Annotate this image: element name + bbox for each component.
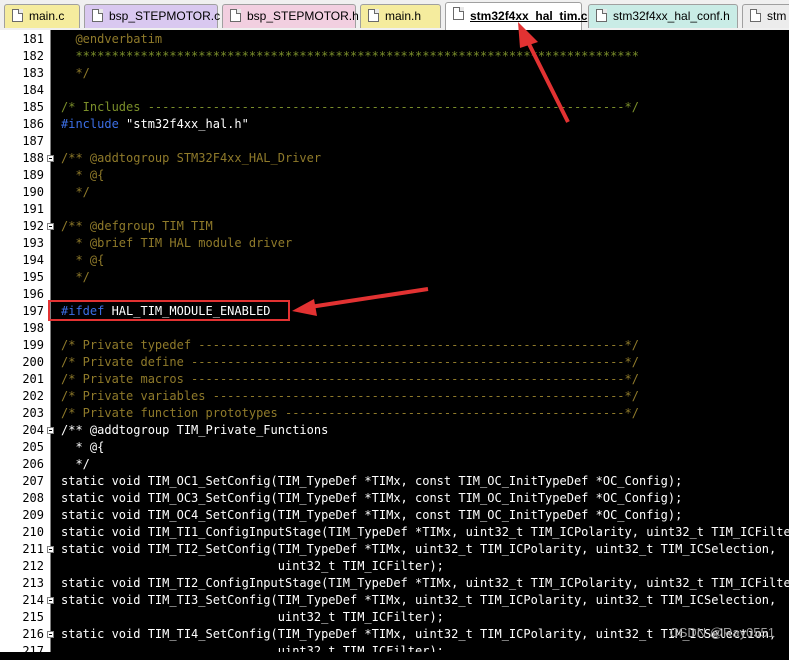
line-number: 187 (22, 134, 44, 148)
code-line: */ (61, 270, 90, 284)
code-line: /** @defgroup TIM TIM (61, 219, 213, 233)
line-number: 196 (22, 287, 44, 301)
line-number: 186 (22, 117, 44, 131)
fold-toggle-icon[interactable] (47, 597, 54, 604)
code-editor[interactable]: @endverbatim ***************************… (51, 30, 789, 652)
code-line: /* Private typedef ---------------------… (61, 338, 639, 352)
code-line: /* Includes ----------------------------… (61, 100, 639, 114)
code-line: * @{ (61, 168, 105, 182)
file-icon (12, 9, 23, 22)
code-line: /* Private function prototypes ---------… (61, 406, 639, 420)
line-number: 184 (22, 83, 44, 97)
tab-2[interactable]: bsp_STEPMOTOR.h (222, 4, 359, 28)
tab-label: bsp_STEPMOTOR.c (109, 9, 221, 23)
code-line: static void TIM_TI3_SetConfig(TIM_TypeDe… (61, 593, 777, 607)
line-number: 214 (22, 593, 44, 607)
fold-toggle-icon[interactable] (47, 223, 54, 230)
line-number: 212 (22, 559, 44, 573)
code-line: static void TIM_TI2_SetConfig(TIM_TypeDe… (61, 542, 777, 556)
tab-3[interactable]: main.h (360, 4, 441, 28)
line-number: 199 (22, 338, 44, 352)
code-line: * @{ (61, 253, 105, 267)
code-line: static void TIM_TI1_ConfigInputStage(TIM… (61, 525, 789, 539)
code-line: * @{ (61, 440, 105, 454)
code-line: static void TIM_OC1_SetConfig(TIM_TypeDe… (61, 474, 683, 488)
tab-label: stm32f4xx_hal_conf.h (613, 9, 730, 23)
fold-toggle-icon[interactable] (47, 155, 54, 162)
code-line: static void TIM_OC4_SetConfig(TIM_TypeDe… (61, 508, 683, 522)
line-number: 216 (22, 627, 44, 641)
tab-label: stm (767, 9, 787, 23)
code-line: uint32_t TIM_ICFilter); (61, 610, 444, 624)
tab-6[interactable]: stm (742, 4, 789, 28)
code-line: ****************************************… (61, 49, 639, 63)
tab-label: main.c (29, 9, 65, 23)
code-line: */ (61, 457, 90, 471)
code-line: uint32_t TIM_ICFilter); (61, 559, 444, 573)
code-line: static void TIM_OC3_SetConfig(TIM_TypeDe… (61, 491, 683, 505)
line-number: 203 (22, 406, 44, 420)
line-number: 195 (22, 270, 44, 284)
line-number: 182 (22, 49, 44, 63)
line-number-gutter: 181 182 183 184 185 186 187 188 189 190 191 192 193 1… (0, 30, 50, 658)
line-number: 194 (22, 253, 44, 267)
code-line: */ (61, 185, 90, 199)
line-number: 206 (22, 457, 44, 471)
line-number: 192 (22, 219, 44, 233)
line-number: 183 (22, 66, 44, 80)
code-line: #include "stm32f4xx_hal.h" (61, 117, 249, 131)
tab-5[interactable]: stm32f4xx_hal_conf.h (588, 4, 738, 28)
file-icon (750, 9, 761, 22)
line-number: 215 (22, 610, 44, 624)
line-number: 201 (22, 372, 44, 386)
fold-toggle-icon[interactable] (47, 427, 54, 434)
file-icon (596, 9, 607, 22)
fold-toggle-icon[interactable] (47, 631, 54, 638)
watermark: CSDN @Ray0551 (669, 625, 775, 640)
file-icon (92, 9, 103, 22)
line-number: 181 (22, 32, 44, 46)
line-number: 202 (22, 389, 44, 403)
code-line: /** @addtogroup TIM_Private_Functions (61, 423, 329, 437)
line-number: 193 (22, 236, 44, 250)
tab-1[interactable]: bsp_STEPMOTOR.c (84, 4, 221, 28)
tab-4[interactable]: stm32f4xx_hal_tim.c (445, 2, 587, 30)
code-line: static void TIM_TI2_ConfigInputStage(TIM… (61, 576, 789, 590)
line-number: 209 (22, 508, 44, 522)
line-number: 213 (22, 576, 44, 590)
code-line: /** @addtogroup STM32F4xx_HAL_Driver (61, 151, 322, 165)
line-number: 211 (22, 542, 44, 556)
line-number: 185 (22, 100, 44, 114)
code-line: * @brief TIM HAL module driver (61, 236, 293, 250)
highlight-box-ifdef (48, 300, 290, 321)
line-number: 190 (22, 185, 44, 199)
code-line: /* Private define ----------------------… (61, 355, 639, 369)
line-number: 188 (22, 151, 44, 165)
file-icon (230, 9, 241, 22)
tab-label: main.h (385, 9, 422, 23)
code-line: */ (61, 66, 90, 80)
line-number: 208 (22, 491, 44, 505)
tab-label: bsp_STEPMOTOR.h (247, 9, 359, 23)
tab-label: stm32f4xx_hal_tim.c (470, 9, 588, 23)
line-number: 197 (22, 304, 44, 318)
editor-tab-bar: main.c bsp_STEPMOTOR.c bsp_STEPMOTOR.h main… (0, 0, 789, 31)
line-number: 200 (22, 355, 44, 369)
line-number: 210 (22, 525, 44, 539)
code-line: /* Private macros ----------------------… (61, 372, 639, 386)
line-number: 198 (22, 321, 44, 335)
line-number: 207 (22, 474, 44, 488)
line-number: 189 (22, 168, 44, 182)
code-line: @endverbatim (61, 32, 163, 46)
file-icon (368, 9, 379, 22)
code-line: /* Private variables -------------------… (61, 389, 639, 403)
tab-0[interactable]: main.c (4, 4, 80, 28)
file-icon (453, 7, 464, 20)
code-line: uint32_t TIM_ICFilter); (61, 644, 444, 652)
fold-toggle-icon[interactable] (47, 546, 54, 553)
line-number: 205 (22, 440, 44, 454)
line-number: 204 (22, 423, 44, 437)
line-number: 191 (22, 202, 44, 216)
